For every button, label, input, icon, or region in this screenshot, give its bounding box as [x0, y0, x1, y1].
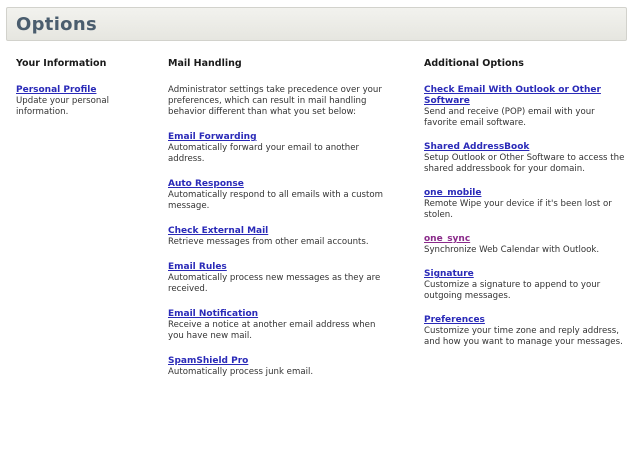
email-notification-description: Receive a notice at another email addres… [168, 320, 376, 341]
one-sync-link[interactable]: one_sync [424, 234, 629, 245]
auto-response-link[interactable]: Auto Response [168, 179, 393, 190]
email-rules-link[interactable]: Email Rules [168, 262, 393, 273]
options-page: Options Your Information Personal Profil… [0, 0, 633, 470]
options-header: Options [6, 7, 627, 41]
check-external-mail-description: Retrieve messages from other email accou… [168, 237, 369, 247]
check-email-outlook-link[interactable]: Check Email With Outlook or Other Softwa… [424, 85, 629, 107]
option-entry-check-email-outlook: Check Email With Outlook or Other Softwa… [424, 85, 629, 129]
option-entry-spamshield-pro: SpamShield Pro Automatically process jun… [168, 356, 393, 378]
check-external-mail-link[interactable]: Check External Mail [168, 226, 393, 237]
your-information-heading: Your Information [16, 58, 107, 69]
signature-link[interactable]: Signature [424, 269, 629, 280]
mail-handling-column: Mail Handling Administrator settings tak… [168, 58, 393, 392]
email-notification-link[interactable]: Email Notification [168, 309, 393, 320]
additional-options-column: Additional Options Check Email With Outl… [424, 58, 629, 361]
option-entry-personal-profile: Personal Profile Update your personal in… [16, 85, 146, 118]
personal-profile-description: Update your personal information. [16, 96, 110, 117]
option-entry-one-mobile: one_mobile Remote Wipe your device if it… [424, 188, 629, 221]
mail-handling-intro: Administrator settings take precedence o… [168, 85, 382, 117]
one-sync-description: Synchronize Web Calendar with Outlook. [424, 245, 600, 255]
shared-addressbook-link[interactable]: Shared AddressBook [424, 142, 629, 153]
additional-options-heading: Additional Options [424, 58, 524, 69]
your-information-column: Your Information Personal Profile Update… [16, 58, 146, 132]
email-rules-description: Automatically process new messages as th… [168, 273, 381, 294]
spamshield-pro-description: Automatically process junk email. [168, 367, 314, 377]
preferences-description: Customize your time zone and reply addre… [424, 326, 623, 347]
option-entry-preferences: Preferences Customize your time zone and… [424, 315, 629, 348]
email-forwarding-link[interactable]: Email Forwarding [168, 132, 393, 143]
one-mobile-description: Remote Wipe your device if it's been los… [424, 199, 612, 220]
option-entry-email-rules: Email Rules Automatically process new me… [168, 262, 393, 295]
shared-addressbook-description: Setup Outlook or Other Software to acces… [424, 153, 625, 174]
options-columns: Your Information Personal Profile Update… [6, 58, 627, 458]
option-entry-signature: Signature Customize a signature to appen… [424, 269, 629, 302]
option-entry-one-sync: one_sync Synchronize Web Calendar with O… [424, 234, 629, 256]
signature-description: Customize a signature to append to your … [424, 280, 601, 301]
email-forwarding-description: Automatically forward your email to anot… [168, 143, 360, 164]
auto-response-description: Automatically respond to all emails with… [168, 190, 384, 211]
mail-handling-heading: Mail Handling [168, 58, 242, 69]
one-mobile-link[interactable]: one_mobile [424, 188, 629, 199]
option-entry-shared-addressbook: Shared AddressBook Setup Outlook or Othe… [424, 142, 629, 175]
spamshield-pro-link[interactable]: SpamShield Pro [168, 356, 393, 367]
option-entry-check-external-mail: Check External Mail Retrieve messages fr… [168, 226, 393, 248]
option-entry-email-notification: Email Notification Receive a notice at a… [168, 309, 393, 342]
preferences-link[interactable]: Preferences [424, 315, 629, 326]
option-entry-email-forwarding: Email Forwarding Automatically forward y… [168, 132, 393, 165]
personal-profile-link[interactable]: Personal Profile [16, 85, 146, 96]
check-email-outlook-description: Send and receive (POP) email with your f… [424, 107, 595, 128]
option-entry-auto-response: Auto Response Automatically respond to a… [168, 179, 393, 212]
page-title: Options [16, 13, 97, 35]
